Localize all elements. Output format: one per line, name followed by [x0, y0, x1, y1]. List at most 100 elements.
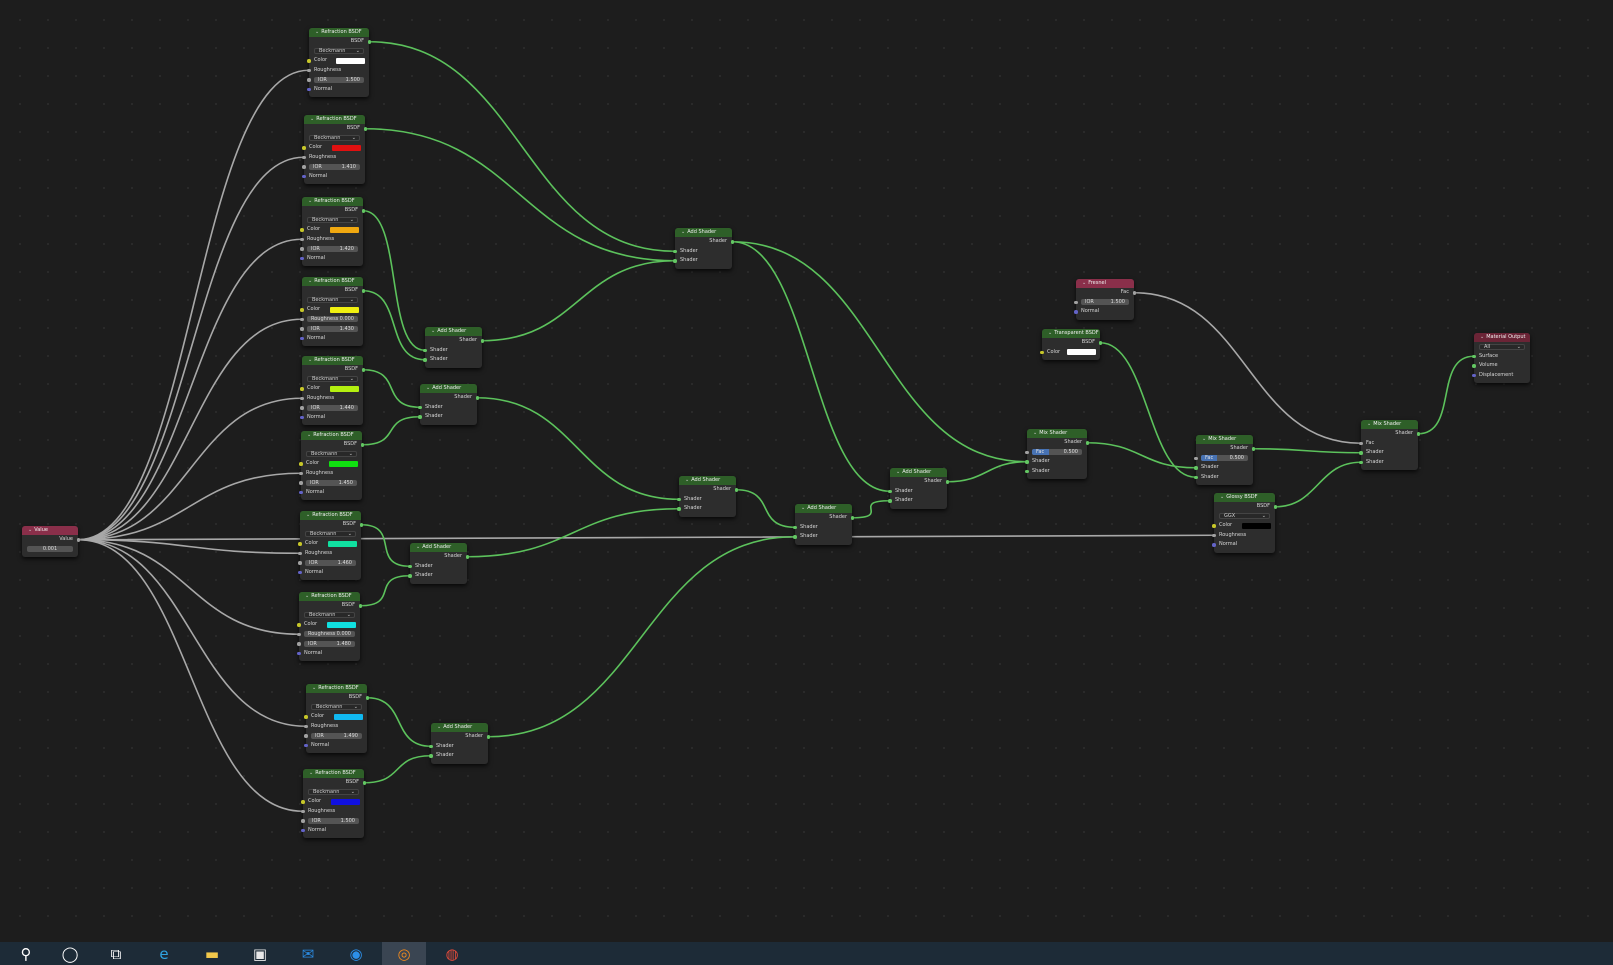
collapse-chevron-icon[interactable]: ⌄	[896, 468, 900, 477]
collapse-chevron-icon[interactable]: ⌄	[306, 511, 310, 520]
shader-output-socket[interactable]	[730, 240, 734, 244]
roughness-field[interactable]: Roughness 0.000	[304, 631, 355, 637]
shader-output-socket[interactable]	[480, 339, 484, 343]
bsdf-output-socket[interactable]	[362, 781, 366, 785]
shader-input-socket[interactable]	[408, 574, 412, 578]
color-swatch[interactable]	[1067, 349, 1096, 355]
color-input-socket[interactable]	[300, 228, 304, 232]
add6-node[interactable]: ⌄ Add Shader Shader Shader Shader	[677, 476, 738, 517]
color-swatch[interactable]	[1242, 522, 1271, 529]
normal-input-socket[interactable]	[1212, 543, 1216, 547]
refr4-node[interactable]: ⌄ Refraction BSDF BSDF Beckmann ⌄ Color Roughn…	[300, 277, 365, 346]
transp-node[interactable]: ⌄ Transparent BSDF BSDF Color	[1040, 329, 1102, 360]
refr5-node[interactable]: ⌄ Refraction BSDF BSDF Beckmann ⌄ Color Roughn…	[300, 356, 365, 425]
shader-input-socket[interactable]	[423, 358, 427, 362]
fac-input-socket[interactable]	[1025, 450, 1029, 454]
color-input-socket[interactable]	[304, 715, 308, 719]
node-header[interactable]: ⌄ Refraction BSDF	[304, 115, 365, 124]
fac-input-socket[interactable]	[1359, 441, 1363, 445]
edge-button[interactable]: e	[142, 942, 186, 965]
ior-field[interactable]: IOR 1.500	[314, 76, 364, 83]
color-input-socket[interactable]	[1212, 524, 1216, 528]
node-header[interactable]: ⌄ Refraction BSDF	[306, 684, 367, 693]
fac-output-socket[interactable]	[1132, 291, 1136, 295]
shader-output-socket[interactable]	[475, 396, 479, 400]
collapse-chevron-icon[interactable]: ⌄	[431, 327, 435, 336]
roughness-input-socket[interactable]	[297, 632, 301, 636]
ior-field[interactable]: IOR 1.410	[309, 163, 360, 170]
normal-input-socket[interactable]	[301, 828, 305, 832]
node-header[interactable]: ⌄ Refraction BSDF	[303, 769, 364, 778]
shader-output-socket[interactable]	[945, 480, 949, 484]
bsdf-output-socket[interactable]	[361, 209, 365, 213]
bsdf-output-socket[interactable]	[361, 289, 365, 293]
collapse-chevron-icon[interactable]: ⌄	[685, 476, 689, 485]
color-input-socket[interactable]	[298, 542, 302, 546]
node-header[interactable]: ⌄ Add Shader	[425, 327, 482, 336]
fac-input-socket[interactable]	[1194, 456, 1198, 460]
collapse-chevron-icon[interactable]: ⌄	[307, 431, 311, 440]
refr9-node[interactable]: ⌄ Refraction BSDF BSDF Beckmann ⌄ Color Roughn…	[304, 684, 369, 753]
roughness-input-socket[interactable]	[1212, 533, 1216, 537]
node-header[interactable]: ⌄ Refraction BSDF	[309, 28, 369, 37]
ior-input-socket[interactable]	[1074, 300, 1078, 304]
normal-input-socket[interactable]	[300, 415, 304, 419]
add4-node[interactable]: ⌄ Add Shader Shader Shader Shader	[429, 723, 490, 764]
target-dropdown[interactable]: All ⌄	[1479, 343, 1525, 350]
shader-input-socket[interactable]	[793, 525, 797, 529]
node-header[interactable]: ⌄ Refraction BSDF	[302, 197, 363, 206]
blender-button[interactable]: ◎	[382, 942, 426, 965]
color-input-socket[interactable]	[1040, 350, 1044, 354]
color-swatch[interactable]	[336, 57, 365, 64]
roughness-input-socket[interactable]	[301, 809, 305, 813]
distribution-dropdown[interactable]: Beckmann ⌄	[311, 704, 362, 710]
shader-input-socket[interactable]	[429, 754, 433, 758]
normal-input-socket[interactable]	[298, 570, 302, 574]
shader-output-socket[interactable]	[1416, 432, 1420, 436]
color-input-socket[interactable]	[299, 462, 303, 466]
ior-field[interactable]: IOR 1.480	[304, 640, 355, 647]
refr6-node[interactable]: ⌄ Refraction BSDF BSDF Beckmann ⌄ Color Roughn…	[299, 431, 364, 500]
node-header[interactable]: ⌄ Add Shader	[795, 504, 852, 513]
bsdf-output-socket[interactable]	[361, 368, 365, 372]
collapse-chevron-icon[interactable]: ⌄	[28, 526, 32, 535]
collapse-chevron-icon[interactable]: ⌄	[426, 384, 430, 393]
roughness-input-socket[interactable]	[298, 551, 302, 555]
ior-input-socket[interactable]	[300, 247, 304, 251]
color-swatch[interactable]	[327, 621, 356, 628]
shader-output-socket[interactable]	[1251, 447, 1255, 451]
color-swatch[interactable]	[328, 540, 357, 547]
store-button[interactable]: ▣	[238, 942, 282, 965]
ior-field[interactable]: IOR 1.460	[305, 559, 356, 566]
normal-input-socket[interactable]	[299, 490, 303, 494]
distribution-dropdown[interactable]: Beckmann ⌄	[307, 376, 358, 382]
distribution-dropdown[interactable]: Beckmann ⌄	[309, 135, 360, 141]
normal-input-socket[interactable]	[307, 87, 311, 91]
output-node[interactable]: ⌄ Material Output All ⌄ Surface Volume Displac…	[1472, 333, 1530, 383]
shader-input-socket[interactable]	[673, 259, 677, 263]
collapse-chevron-icon[interactable]: ⌄	[310, 115, 314, 124]
color-input-socket[interactable]	[300, 387, 304, 391]
node-header[interactable]: ⌄ Refraction BSDF	[301, 431, 362, 440]
node-header[interactable]: ⌄ Transparent BSDF	[1042, 329, 1100, 338]
collapse-chevron-icon[interactable]: ⌄	[416, 543, 420, 552]
mix3-node[interactable]: ⌄ Mix Shader Shader Fac Shader Shader	[1359, 420, 1420, 470]
shader-input-socket[interactable]	[1359, 460, 1363, 464]
shader-input-socket[interactable]	[418, 415, 422, 419]
color-input-socket[interactable]	[302, 146, 306, 150]
shader-input-socket[interactable]	[418, 405, 422, 409]
shader-output-socket[interactable]	[486, 735, 490, 739]
color-input-socket[interactable]	[301, 800, 305, 804]
mail-button[interactable]: ✉	[286, 942, 330, 965]
bsdf-output-socket[interactable]	[1273, 505, 1277, 509]
node-editor[interactable]: ⌄ Value Value 0.001 ⌄ Refraction BSDF BSDF Beck…	[0, 0, 1613, 942]
shader-output-socket[interactable]	[850, 516, 854, 520]
bsdf-output-socket[interactable]	[367, 40, 371, 44]
color-swatch[interactable]	[330, 226, 359, 233]
volume-input-socket[interactable]	[1472, 364, 1476, 368]
collapse-chevron-icon[interactable]: ⌄	[308, 197, 312, 206]
node-header[interactable]: ⌄ Add Shader	[675, 228, 732, 237]
collapse-chevron-icon[interactable]: ⌄	[309, 769, 313, 778]
shader-input-socket[interactable]	[793, 535, 797, 539]
chrome-button[interactable]: ◍	[430, 942, 474, 965]
